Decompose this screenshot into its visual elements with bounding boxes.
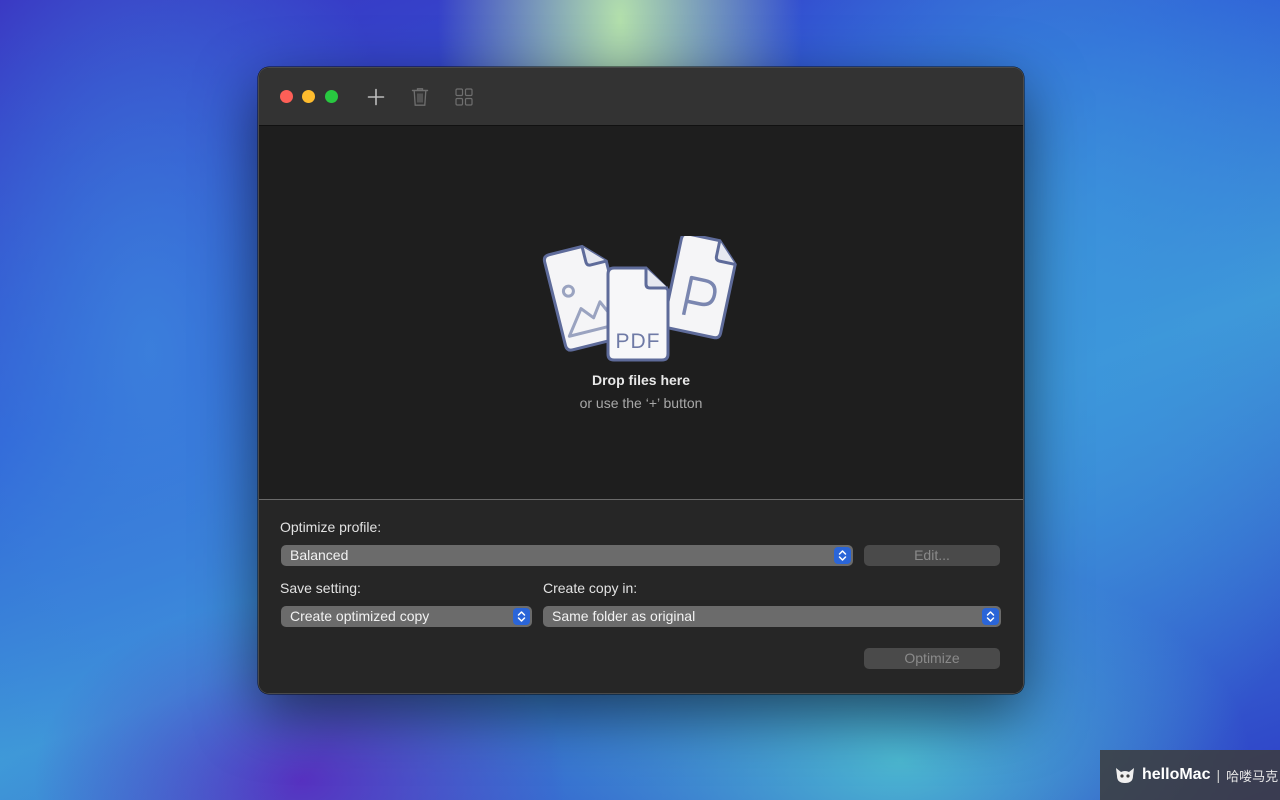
edit-profile-button[interactable]: Edit... [864, 545, 1000, 566]
save-setting-label: Save setting: [280, 580, 361, 596]
trash-icon [411, 88, 429, 106]
pdf-label: PDF [616, 330, 661, 353]
app-window: PDF Drop files here or use the ‘+’ butto… [258, 67, 1024, 694]
drop-zone[interactable]: PDF Drop files here or use the ‘+’ butto… [259, 126, 1023, 499]
optimize-button[interactable]: Optimize [864, 648, 1000, 669]
trash-button[interactable] [407, 84, 433, 110]
grid-view-icon [455, 88, 473, 106]
drop-title: Drop files here [591, 372, 691, 388]
grid-view-button[interactable] [451, 84, 477, 110]
pdf-file-icon: PDF [606, 266, 670, 362]
watermark-separator: | [1216, 767, 1221, 783]
save-setting-value: Create optimized copy [290, 608, 430, 624]
optimize-profile-select[interactable]: Balanced [281, 545, 853, 566]
watermark: helloMac | 哈喽马克 [1100, 750, 1280, 800]
save-setting-select[interactable]: Create optimized copy [281, 606, 532, 627]
cat-logo-icon [1116, 768, 1134, 783]
p-file-icon [662, 236, 737, 340]
create-copy-in-label: Create copy in: [543, 580, 638, 596]
create-copy-in-select[interactable]: Same folder as original [543, 606, 1001, 627]
drop-subtitle: or use the ‘+’ button [579, 395, 703, 411]
optimize-profile-value: Balanced [290, 547, 349, 563]
close-window-button[interactable] [280, 90, 293, 103]
minimize-window-button[interactable] [302, 90, 315, 103]
watermark-brand: helloMac [1142, 766, 1211, 783]
settings-panel: Optimize profile: Balanced Edit... Save … [259, 500, 1023, 693]
add-file-button[interactable] [363, 84, 389, 110]
titlebar [259, 68, 1023, 126]
file-types-illustration: PDF [542, 236, 737, 362]
optimize-profile-label: Optimize profile: [280, 519, 382, 535]
watermark-chinese: 哈喽马克 [1226, 769, 1279, 785]
chevron-up-down-icon [513, 608, 530, 625]
zoom-window-button[interactable] [325, 90, 338, 103]
create-copy-in-value: Same folder as original [552, 608, 696, 624]
chevron-up-down-icon [982, 608, 999, 625]
chevron-up-down-icon [834, 547, 851, 564]
plus-icon [367, 88, 385, 106]
